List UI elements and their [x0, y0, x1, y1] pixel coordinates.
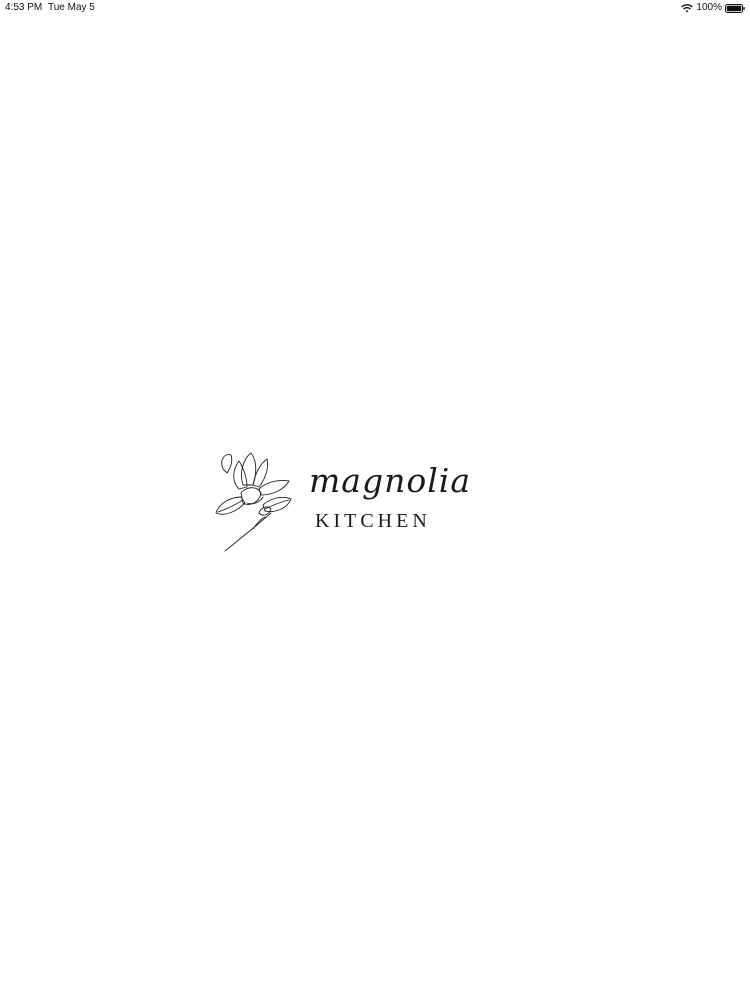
battery-icon [725, 3, 745, 13]
battery-percentage: 100% [696, 2, 722, 13]
wifi-icon [681, 3, 694, 13]
brand-name: magnolia [309, 461, 471, 500]
status-time: 4:53 PM [5, 2, 43, 13]
magnolia-flower-icon [215, 452, 292, 552]
brand-logo: magnolia KITCHEN [213, 447, 543, 555]
brand-subtitle: KITCHEN [315, 510, 431, 532]
status-bar: 4:53 PM Tue May 5 100% [0, 0, 750, 16]
status-date: Tue May 5 [48, 2, 95, 13]
status-indicators: 100% [681, 0, 745, 16]
